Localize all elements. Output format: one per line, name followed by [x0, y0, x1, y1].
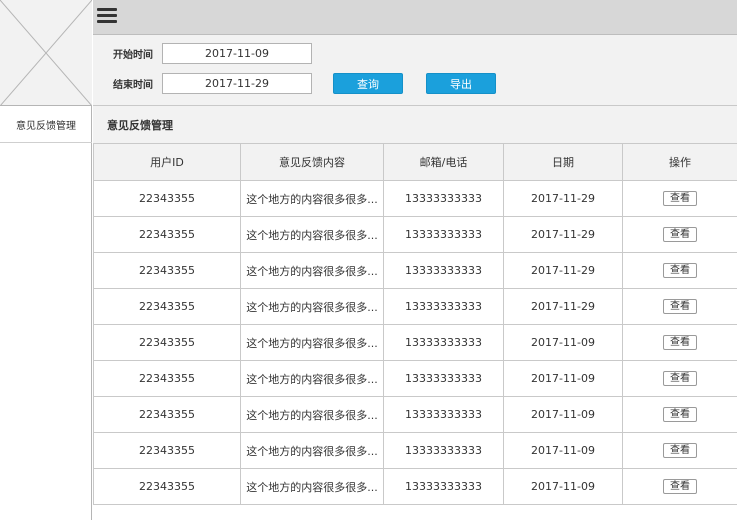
end-time-input[interactable]	[162, 73, 312, 94]
cell-content: 这个地方的内容很多很多...	[240, 252, 384, 289]
cell-contact: 13333333333	[383, 432, 504, 469]
start-time-input[interactable]	[162, 43, 312, 64]
view-button[interactable]: 查看	[663, 407, 697, 422]
column-header-user-id: 用户ID	[93, 143, 241, 181]
cell-user-id: 22343355	[93, 252, 241, 289]
cell-date: 2017-11-09	[503, 468, 623, 505]
filter-panel: 开始时间 结束时间 查询 导出	[93, 35, 737, 106]
table-row: 22343355 这个地方的内容很多很多... 13333333333 2017…	[93, 468, 737, 505]
table-row: 22343355 这个地方的内容很多很多... 13333333333 2017…	[93, 396, 737, 433]
sidebar-item-feedback-management[interactable]: 意见反馈管理	[0, 106, 92, 143]
cell-contact: 13333333333	[383, 252, 504, 289]
cell-content: 这个地方的内容很多很多...	[240, 360, 384, 397]
cell-date: 2017-11-09	[503, 324, 623, 361]
export-button[interactable]: 导出	[426, 73, 496, 94]
cell-content: 这个地方的内容很多很多...	[240, 324, 384, 361]
cell-action: 查看	[622, 252, 737, 289]
sidebar: 意见反馈管理	[0, 0, 92, 520]
column-header-contact: 邮箱/电话	[383, 143, 504, 181]
feedback-table: 用户ID 意见反馈内容 邮箱/电话 日期 操作 22343355 这个地方的内容…	[93, 143, 737, 505]
cell-date: 2017-11-09	[503, 396, 623, 433]
table-row: 22343355 这个地方的内容很多很多... 13333333333 2017…	[93, 216, 737, 253]
column-header-action: 操作	[622, 143, 737, 181]
table-row: 22343355 这个地方的内容很多很多... 13333333333 2017…	[93, 252, 737, 289]
view-button[interactable]: 查看	[663, 443, 697, 458]
start-time-label: 开始时间	[113, 50, 153, 61]
cell-action: 查看	[622, 360, 737, 397]
table-row: 22343355 这个地方的内容很多很多... 13333333333 2017…	[93, 180, 737, 217]
cell-user-id: 22343355	[93, 396, 241, 433]
column-header-date: 日期	[503, 143, 623, 181]
cell-action: 查看	[622, 216, 737, 253]
sidebar-item-label: 意见反馈管理	[16, 120, 76, 132]
cell-user-id: 22343355	[93, 216, 241, 253]
view-button[interactable]: 查看	[663, 335, 697, 350]
cell-contact: 13333333333	[383, 360, 504, 397]
view-button[interactable]: 查看	[663, 191, 697, 206]
table-row: 22343355 这个地方的内容很多很多... 13333333333 2017…	[93, 360, 737, 397]
cell-user-id: 22343355	[93, 432, 241, 469]
cell-contact: 13333333333	[383, 396, 504, 433]
cell-date: 2017-11-09	[503, 432, 623, 469]
cell-date: 2017-11-29	[503, 288, 623, 325]
cell-user-id: 22343355	[93, 324, 241, 361]
table-header-row: 用户ID 意见反馈内容 邮箱/电话 日期 操作	[93, 143, 737, 181]
cell-action: 查看	[622, 288, 737, 325]
cell-action: 查看	[622, 180, 737, 217]
cell-action: 查看	[622, 396, 737, 433]
cell-date: 2017-11-29	[503, 216, 623, 253]
view-button[interactable]: 查看	[663, 299, 697, 314]
view-button[interactable]: 查看	[663, 371, 697, 386]
cell-content: 这个地方的内容很多很多...	[240, 216, 384, 253]
cell-action: 查看	[622, 432, 737, 469]
cell-contact: 13333333333	[383, 288, 504, 325]
cell-action: 查看	[622, 468, 737, 505]
end-time-label: 结束时间	[113, 80, 153, 91]
section-title-text: 意见反馈管理	[107, 119, 173, 132]
hamburger-menu-icon[interactable]	[97, 8, 118, 25]
cell-content: 这个地方的内容很多很多...	[240, 180, 384, 217]
view-button[interactable]: 查看	[663, 479, 697, 494]
cell-date: 2017-11-29	[503, 180, 623, 217]
cell-contact: 13333333333	[383, 324, 504, 361]
table-row: 22343355 这个地方的内容很多很多... 13333333333 2017…	[93, 432, 737, 469]
cell-contact: 13333333333	[383, 216, 504, 253]
cell-date: 2017-11-29	[503, 252, 623, 289]
top-bar	[93, 0, 737, 35]
view-button[interactable]: 查看	[663, 227, 697, 242]
query-button[interactable]: 查询	[333, 73, 403, 94]
cell-contact: 13333333333	[383, 180, 504, 217]
cell-user-id: 22343355	[93, 288, 241, 325]
logo-placeholder-icon	[0, 0, 92, 106]
column-header-content: 意见反馈内容	[240, 143, 384, 181]
cell-content: 这个地方的内容很多很多...	[240, 396, 384, 433]
cell-action: 查看	[622, 324, 737, 361]
cell-user-id: 22343355	[93, 468, 241, 505]
cell-date: 2017-11-09	[503, 360, 623, 397]
cell-content: 这个地方的内容很多很多...	[240, 468, 384, 505]
cell-contact: 13333333333	[383, 468, 504, 505]
view-button[interactable]: 查看	[663, 263, 697, 278]
table-row: 22343355 这个地方的内容很多很多... 13333333333 2017…	[93, 288, 737, 325]
cell-user-id: 22343355	[93, 360, 241, 397]
cell-content: 这个地方的内容很多很多...	[240, 432, 384, 469]
cell-content: 这个地方的内容很多很多...	[240, 288, 384, 325]
section-title: 意见反馈管理	[93, 106, 737, 144]
table-row: 22343355 这个地方的内容很多很多... 13333333333 2017…	[93, 324, 737, 361]
cell-user-id: 22343355	[93, 180, 241, 217]
